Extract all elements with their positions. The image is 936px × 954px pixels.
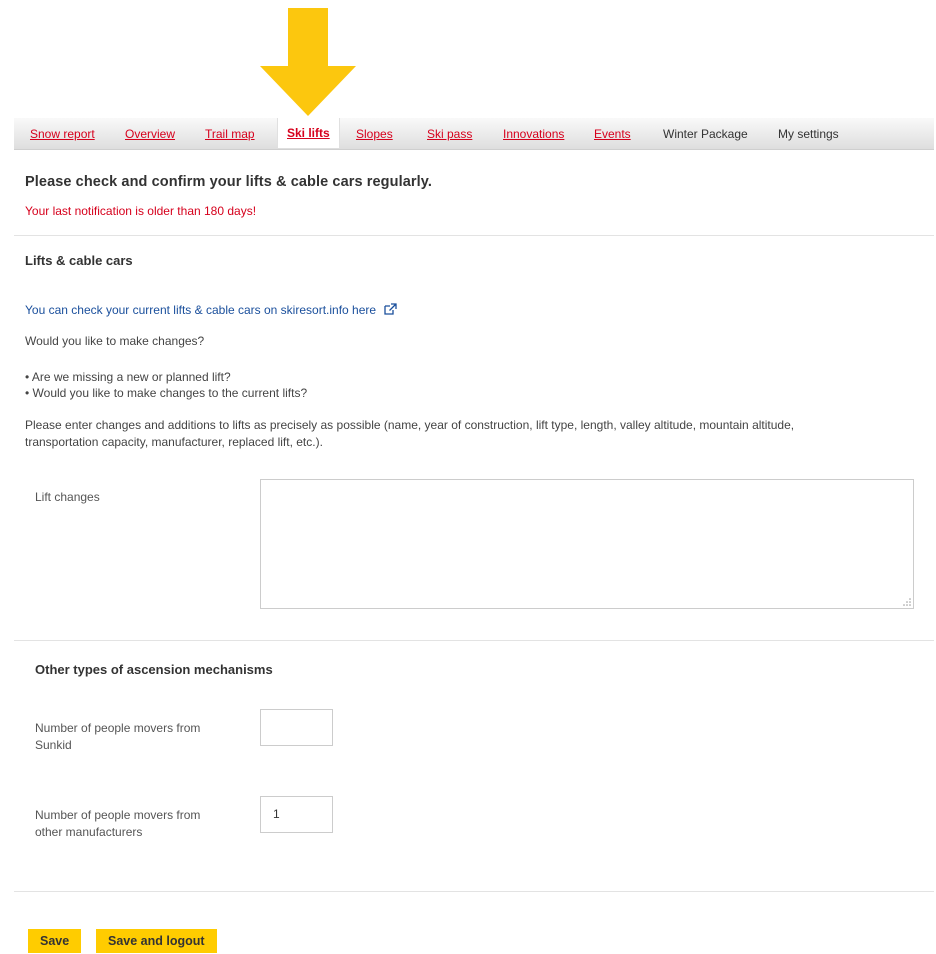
lifts-question: Would you like to make changes?: [25, 334, 205, 348]
lifts-instructions-line: transportation capacity, manufacturer, r…: [25, 435, 323, 449]
sunkid-label-line: Number of people movers from: [35, 721, 201, 735]
tab-events[interactable]: Events: [594, 127, 631, 141]
section-divider: [14, 640, 934, 641]
lifts-check-link[interactable]: You can check your current lifts & cable…: [25, 303, 398, 318]
main-nav: Snow report Overview Trail map Ski lifts…: [14, 118, 934, 150]
lift-changes-label: Lift changes: [35, 490, 100, 504]
notice-title: Please check and confirm your lifts & ca…: [25, 174, 432, 190]
sunkid-people-movers-input[interactable]: [260, 709, 333, 746]
lifts-bullet: • Would you like to make changes to the …: [25, 386, 308, 400]
ascension-heading: Other types of ascension mechanisms: [35, 662, 273, 677]
section-divider: [14, 235, 934, 236]
tab-innovations[interactable]: Innovations: [503, 127, 564, 141]
lifts-bullet: • Are we missing a new or planned lift?: [25, 370, 231, 384]
other-people-movers-input[interactable]: 1: [260, 796, 333, 833]
sunkid-label: Number of people movers from Sunkid: [35, 720, 200, 754]
tab-overview[interactable]: Overview: [125, 127, 175, 141]
save-and-logout-button[interactable]: Save and logout: [96, 929, 217, 953]
sunkid-label-line: Sunkid: [35, 738, 72, 752]
other-manufacturers-label: Number of people movers from other manuf…: [35, 807, 200, 841]
tab-my-settings[interactable]: My settings: [778, 127, 839, 141]
external-link-icon: [384, 303, 398, 315]
resize-handle-icon[interactable]: [903, 598, 911, 606]
lifts-instructions-line: Please enter changes and additions to li…: [25, 418, 795, 432]
other-label-line: other manufacturers: [35, 825, 143, 839]
tab-ski-pass[interactable]: Ski pass: [427, 127, 472, 141]
save-button[interactable]: Save: [28, 929, 82, 953]
notice-warning: Your last notification is older than 180…: [25, 204, 257, 218]
tab-snow-report[interactable]: Snow report: [30, 127, 95, 141]
pointer-arrow-icon: [260, 8, 356, 116]
lifts-heading: Lifts & cable cars: [25, 253, 133, 268]
lifts-check-link-text[interactable]: You can check your current lifts & cable…: [25, 303, 376, 317]
other-label-line: Number of people movers from: [35, 808, 201, 822]
tab-ski-lifts[interactable]: Ski lifts: [277, 118, 340, 148]
section-divider: [14, 891, 934, 892]
tab-winter-package[interactable]: Winter Package: [663, 127, 748, 141]
tab-trail-map[interactable]: Trail map: [205, 127, 255, 141]
lift-changes-textarea[interactable]: [260, 479, 914, 609]
tab-slopes[interactable]: Slopes: [356, 127, 393, 141]
